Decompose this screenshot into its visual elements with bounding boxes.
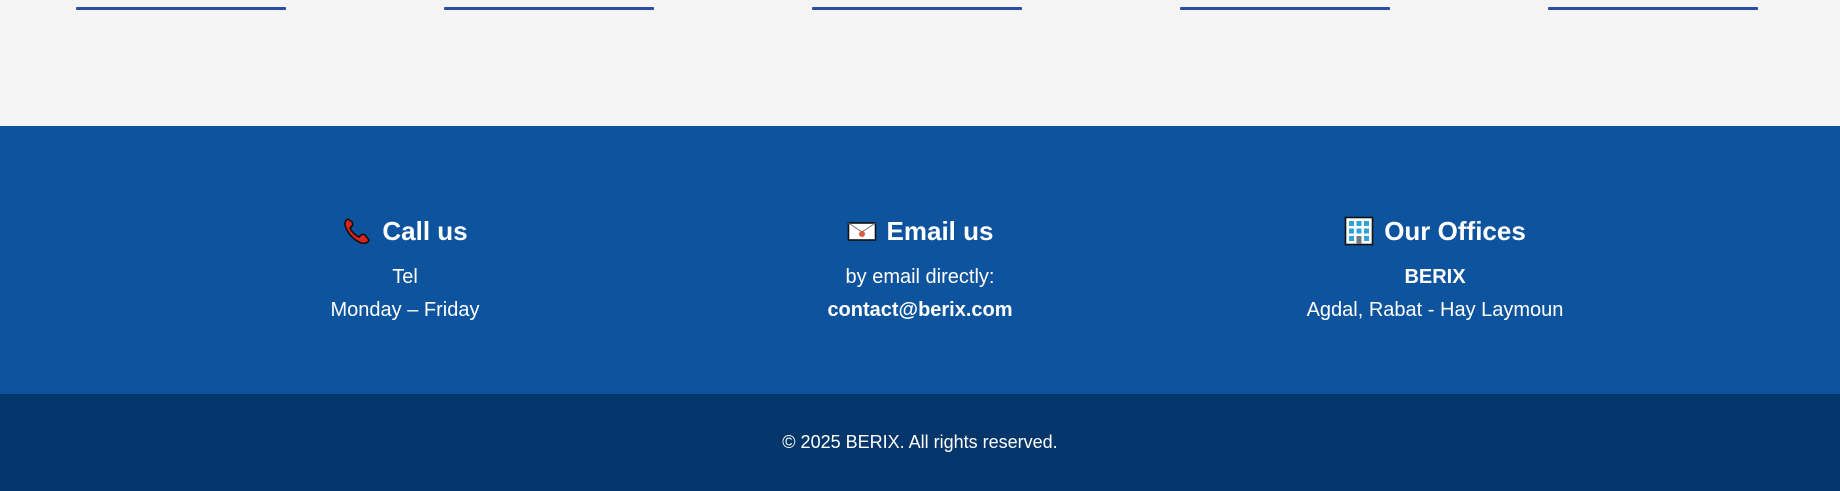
email-heading: Email us: [847, 214, 994, 248]
page: Call us Tel Monday – Friday Email us by …: [0, 0, 1840, 491]
contact-office-column: Our Offices BERIX Agdal, Rabat - Hay Lay…: [1175, 214, 1695, 327]
office-address: Agdal, Rabat - Hay Laymoun: [1306, 299, 1564, 321]
call-tel-label: Tel: [392, 266, 418, 288]
office-title: Our Offices: [1384, 215, 1526, 246]
accent-line: [444, 7, 654, 10]
contact-call-column: Call us Tel Monday – Friday: [145, 214, 665, 327]
email-intro: by email directly:: [845, 266, 995, 288]
contact-section: Call us Tel Monday – Friday Email us by …: [0, 126, 1840, 394]
accent-line: [812, 7, 1022, 10]
accent-line: [76, 7, 286, 10]
call-title: Call us: [382, 215, 468, 246]
footer: © 2025 BERIX. All rights reserved.: [0, 394, 1840, 491]
call-heading: Call us: [342, 214, 468, 248]
call-hours: Monday – Friday: [330, 299, 480, 321]
office-building-icon: [1344, 216, 1374, 246]
email-title: Email us: [886, 215, 994, 246]
envelope-icon: [847, 216, 877, 246]
top-section: [0, 0, 1840, 126]
accent-line: [1548, 7, 1758, 10]
email-address-link[interactable]: contact@berix.com: [660, 294, 1180, 327]
contact-email-column: Email us by email directly: contact@beri…: [660, 214, 1180, 327]
copyright-text: © 2025 BERIX. All rights reserved.: [782, 432, 1058, 452]
office-company-name: BERIX: [1404, 266, 1466, 288]
office-heading: Our Offices: [1344, 214, 1526, 248]
telephone-icon: [342, 216, 372, 246]
accent-line: [1180, 7, 1390, 10]
